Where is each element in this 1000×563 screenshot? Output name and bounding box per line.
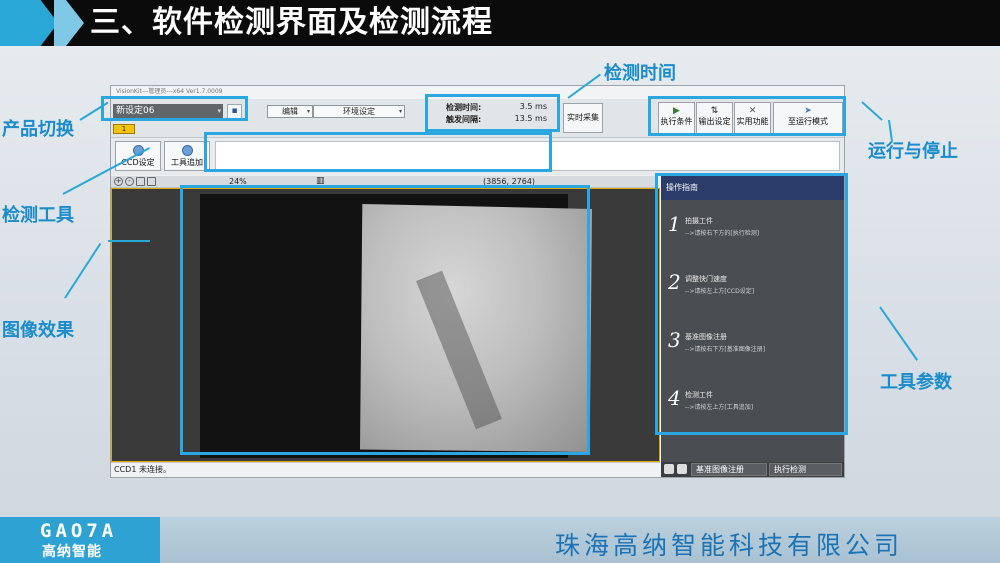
full-icon[interactable]: [147, 177, 156, 186]
fit-icon[interactable]: [136, 177, 145, 186]
annotation-detect-time: 检测时间: [604, 63, 676, 84]
product-switch-highlight: [101, 96, 248, 121]
run-stop-highlight: [648, 96, 846, 136]
company-logo: GAO7A: [40, 520, 118, 542]
env-settings-menu[interactable]: 环境设定: [313, 105, 405, 118]
image-effect-highlight: [180, 185, 590, 455]
annotation-product-switch: 产品切换: [2, 119, 74, 140]
company-name: 珠海高纳智能科技有限公司: [555, 531, 904, 560]
annotation-detect-tool: 检测工具: [2, 205, 74, 226]
zoom-in-icon[interactable]: +: [114, 177, 123, 186]
camera-badge: 1: [113, 124, 135, 134]
execute-detect-button[interactable]: 执行检测: [769, 463, 842, 476]
settings-small-icon[interactable]: [677, 464, 687, 474]
annotation-tool-params: 工具参数: [880, 372, 952, 393]
camera-small-icon[interactable]: [664, 464, 674, 474]
annotation-run-stop: 运行与停止: [868, 141, 958, 162]
status-bar: CCD1 未连接。: [111, 462, 660, 477]
add-tool-icon: [181, 145, 193, 156]
ccd-settings-button[interactable]: CCD设定: [115, 141, 161, 171]
ref-image-register-button[interactable]: 基准图像注册: [691, 463, 767, 476]
leader-line: [108, 240, 150, 242]
detect-time-highlight: [425, 94, 560, 132]
realtime-capture-button[interactable]: 实时采集: [563, 103, 603, 133]
slide-title: 三、软件检测界面及检测流程: [90, 5, 493, 40]
annotation-image-effect: 图像效果: [2, 320, 74, 341]
detect-tool-highlight: [204, 132, 552, 172]
company-logo-cn: 高纳智能: [42, 544, 102, 560]
guide-footer: 基准图像注册 执行检测: [661, 462, 844, 477]
edit-menu[interactable]: 编辑: [267, 105, 313, 118]
zoom-out-icon[interactable]: -: [125, 177, 134, 186]
tool-params-highlight: [655, 173, 848, 435]
